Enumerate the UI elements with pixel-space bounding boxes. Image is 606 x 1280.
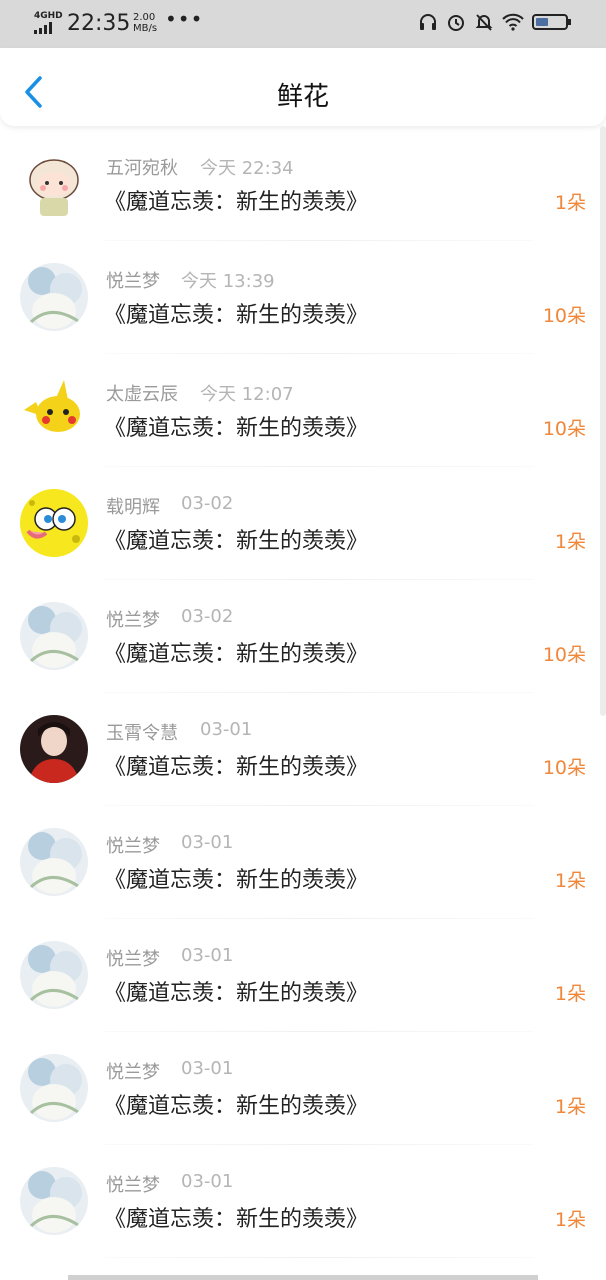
headphones-icon: [418, 12, 438, 36]
work-title[interactable]: 《魔道忘羡：新生的羡羡》: [104, 1201, 368, 1233]
nav-header: 鲜花: [0, 48, 606, 126]
bottom-partial-item: [68, 1275, 538, 1280]
user-name[interactable]: 悦兰梦: [106, 606, 160, 632]
work-title[interactable]: 《魔道忘羡：新生的羡羡》: [104, 523, 368, 555]
avatar[interactable]: [20, 150, 88, 218]
flower-count: 1朵: [554, 531, 586, 553]
user-name[interactable]: 悦兰梦: [106, 1171, 160, 1197]
work-title[interactable]: 《魔道忘羡：新生的羡羡》: [104, 297, 368, 329]
list-item[interactable]: 悦兰梦 03-02 《魔道忘羡：新生的羡羡》 10朵: [0, 580, 606, 693]
user-name[interactable]: 太虚云辰: [106, 380, 178, 406]
flower-count: 1朵: [554, 1096, 586, 1118]
work-title[interactable]: 《魔道忘羡：新生的羡羡》: [104, 975, 368, 1007]
person-photo-icon: [20, 715, 88, 783]
avatar[interactable]: [20, 263, 88, 331]
more-notifications-icon: •••: [165, 7, 204, 31]
art-portrait-icon: [20, 941, 88, 1009]
signal-icon: [34, 22, 52, 34]
timestamp: 03-01: [200, 719, 253, 740]
avatar[interactable]: [20, 1054, 88, 1122]
timestamp: 03-02: [181, 606, 234, 627]
status-bar: 4GHD 22:35 2.00 MB/s •••: [0, 0, 606, 48]
flower-count: 1朵: [554, 983, 586, 1005]
flower-count: 10朵: [542, 644, 586, 666]
timestamp: 今天 13:39: [181, 271, 275, 292]
work-title[interactable]: 《魔道忘羡：新生的羡羡》: [104, 184, 368, 216]
flower-count: 10朵: [542, 418, 586, 440]
list-item[interactable]: 悦兰梦 03-01 《魔道忘羡：新生的羡羡》 1朵: [0, 1145, 606, 1258]
timestamp: 今天 12:07: [200, 384, 294, 405]
list-item[interactable]: 悦兰梦 03-01 《魔道忘羡：新生的羡羡》 1朵: [0, 1032, 606, 1145]
work-title[interactable]: 《魔道忘羡：新生的羡羡》: [104, 636, 368, 668]
list-item[interactable]: 悦兰梦 03-01 《魔道忘羡：新生的羡羡》 1朵: [0, 806, 606, 919]
user-name[interactable]: 悦兰梦: [106, 832, 160, 858]
work-title[interactable]: 《魔道忘羡：新生的羡羡》: [104, 862, 368, 894]
work-title[interactable]: 《魔道忘羡：新生的羡羡》: [104, 410, 368, 442]
mute-icon: [474, 12, 494, 36]
status-icons: [418, 12, 572, 36]
flower-count: 1朵: [554, 192, 586, 214]
art-portrait-icon: [20, 602, 88, 670]
list-item[interactable]: 载明辉 03-02 《魔道忘羡：新生的羡羡》 1朵: [0, 467, 606, 580]
user-name[interactable]: 五河宛秋: [106, 154, 178, 180]
user-name[interactable]: 悦兰梦: [106, 1058, 160, 1084]
avatar[interactable]: [20, 376, 88, 444]
page-title: 鲜花: [276, 82, 329, 112]
work-title[interactable]: 《魔道忘羡：新生的羡羡》: [104, 1088, 368, 1120]
pikachu-icon: [20, 376, 88, 444]
work-title[interactable]: 《魔道忘羡：新生的羡羡》: [104, 749, 368, 781]
art-portrait-icon: [20, 828, 88, 896]
timestamp: 03-01: [181, 945, 234, 966]
user-name[interactable]: 载明辉: [106, 493, 160, 519]
timestamp: 03-01: [181, 1171, 234, 1192]
avatar[interactable]: [20, 941, 88, 1009]
user-name[interactable]: 悦兰梦: [106, 945, 160, 971]
flower-count: 10朵: [542, 305, 586, 327]
timestamp: 03-01: [181, 832, 234, 853]
clock: 22:35: [67, 11, 131, 36]
list-item[interactable]: 悦兰梦 03-01 《魔道忘羡：新生的羡羡》 1朵: [0, 919, 606, 1032]
art-portrait-icon: [20, 263, 88, 331]
alarm-icon: [446, 12, 466, 36]
flower-count: 1朵: [554, 870, 586, 892]
list-item[interactable]: 玉霄令慧 03-01 《魔道忘羡：新生的羡羡》 10朵: [0, 693, 606, 806]
wifi-icon: [502, 13, 524, 35]
timestamp: 03-01: [181, 1058, 234, 1079]
avatar[interactable]: [20, 1167, 88, 1235]
cartoon-bear-icon: [20, 150, 88, 218]
art-portrait-icon: [20, 1167, 88, 1235]
network-speed: 2.00 MB/s: [133, 12, 158, 34]
avatar[interactable]: [20, 715, 88, 783]
avatar[interactable]: [20, 489, 88, 557]
spongebob-icon: [20, 489, 88, 557]
avatar[interactable]: [20, 602, 88, 670]
art-portrait-icon: [20, 1054, 88, 1122]
network-type: 4GHD: [34, 11, 63, 21]
timestamp: 03-02: [181, 493, 234, 514]
timestamp: 今天 22:34: [200, 158, 294, 179]
battery-icon: [532, 13, 572, 35]
flower-count: 10朵: [542, 757, 586, 779]
flower-list: 五河宛秋 今天 22:34 《魔道忘羡：新生的羡羡》 1朵 悦兰梦 今天 13:…: [0, 128, 606, 1258]
user-name[interactable]: 玉霄令慧: [106, 719, 178, 745]
user-name[interactable]: 悦兰梦: [106, 267, 160, 293]
flower-count: 1朵: [554, 1209, 586, 1231]
list-item[interactable]: 太虚云辰 今天 12:07 《魔道忘羡：新生的羡羡》 10朵: [0, 354, 606, 467]
list-item[interactable]: 五河宛秋 今天 22:34 《魔道忘羡：新生的羡羡》 1朵: [0, 128, 606, 241]
list-item[interactable]: 悦兰梦 今天 13:39 《魔道忘羡：新生的羡羡》 10朵: [0, 241, 606, 354]
divider: [104, 1257, 534, 1258]
avatar[interactable]: [20, 828, 88, 896]
